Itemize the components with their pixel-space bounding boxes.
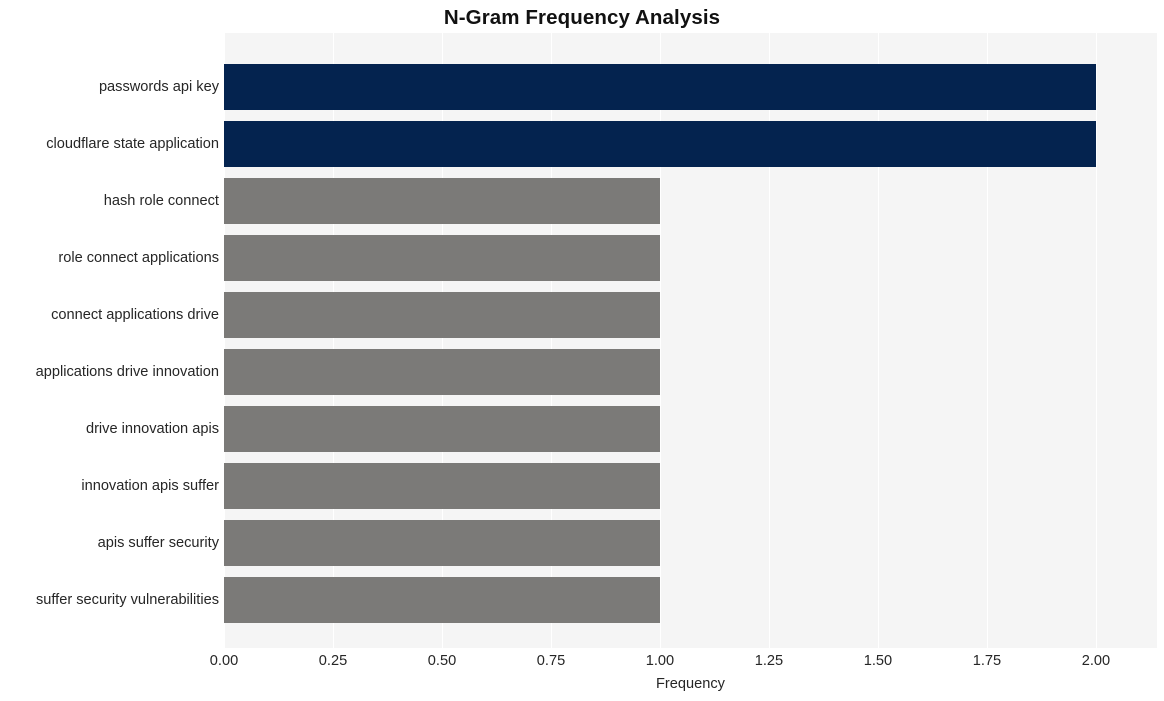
x-tick-label: 0.00 [209,653,239,669]
x-tick-label: 0.25 [318,653,348,669]
y-tick-label: hash role connect [103,193,219,209]
y-tick-label: cloudflare state application [46,136,219,152]
bar[interactable] [224,406,660,452]
x-tick-label: 0.50 [427,653,457,669]
plot-area [224,33,1157,648]
bar[interactable] [224,64,1096,110]
x-tick-label: 1.25 [754,653,784,669]
bar[interactable] [224,121,1096,167]
y-tick-label: innovation apis suffer [81,478,219,494]
y-tick-label: suffer security vulnerabilities [35,592,219,608]
bar[interactable] [224,235,660,281]
y-tick-label: connect applications drive [51,307,219,323]
bar[interactable] [224,349,660,395]
x-axis-title: Frequency [656,676,725,692]
y-tick-label: applications drive innovation [35,364,219,380]
x-tick-label: 1.75 [972,653,1002,669]
y-tick-label: passwords api key [98,79,219,95]
y-tick-label: role connect applications [58,250,219,266]
y-tick-label: apis suffer security [97,535,219,551]
bar[interactable] [224,577,660,623]
gridline-x [1095,33,1097,648]
x-tick-label: 2.00 [1081,653,1111,669]
chart-figure: N-Gram Frequency Analysis passwords api … [0,0,1164,701]
bar[interactable] [224,520,660,566]
x-tick-label: 1.00 [645,653,675,669]
bar[interactable] [224,463,660,509]
x-tick-label: 0.75 [536,653,566,669]
bar[interactable] [224,292,660,338]
x-tick-label: 1.50 [863,653,893,669]
bar[interactable] [224,178,660,224]
y-tick-label: drive innovation apis [85,421,219,437]
chart-title: N-Gram Frequency Analysis [443,6,721,29]
